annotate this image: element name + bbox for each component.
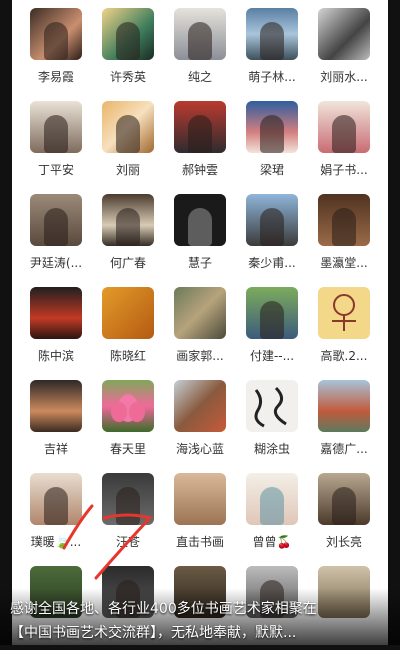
watermark-text: 弹 — [370, 543, 384, 559]
caption-line-2: 【中国书画艺术交流群】，无私地奉献，默默... — [10, 625, 297, 641]
red-annotation-strokes — [62, 504, 152, 580]
caption-line-1: 感谢全国各地、各行业400多位书画艺术家相聚在 — [10, 601, 317, 617]
